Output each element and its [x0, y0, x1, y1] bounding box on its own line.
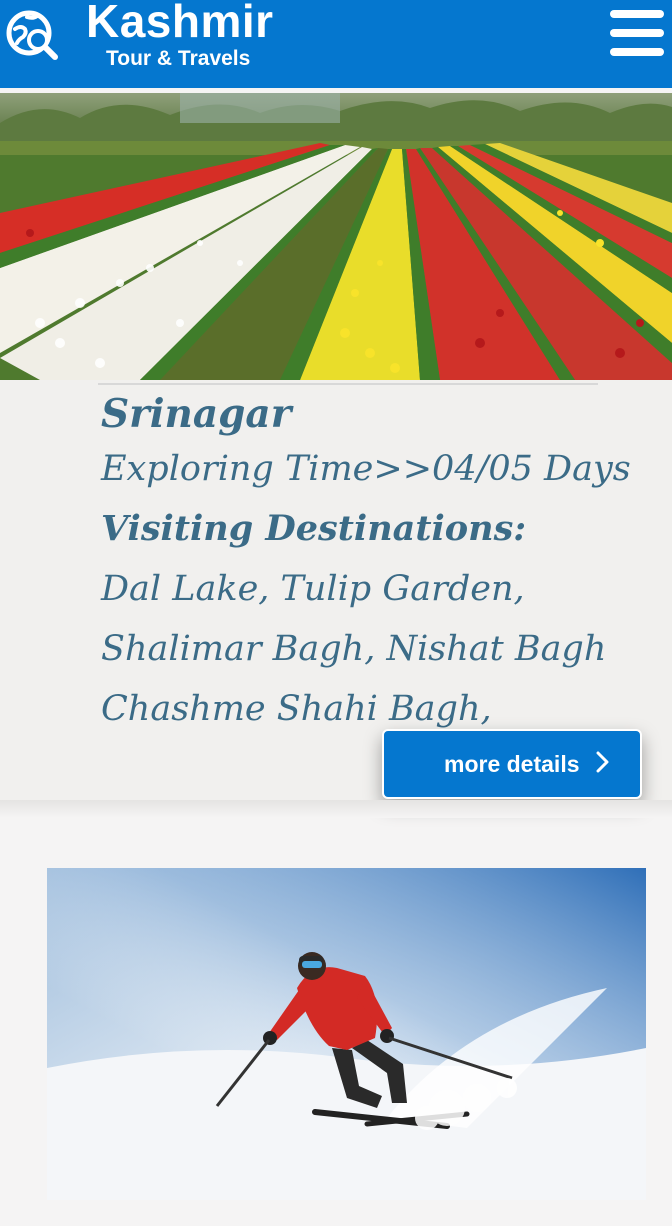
- more-details-button[interactable]: more details: [382, 729, 642, 799]
- more-details-label: more details: [444, 751, 580, 777]
- site-header: Kashmir Tour & Travels: [0, 0, 672, 88]
- visiting-destinations-heading: Visiting Destinations:: [101, 508, 527, 549]
- exploring-time: Exploring Time>>04/05 Days: [101, 449, 631, 489]
- destination-line: Dal Lake, Tulip Garden,: [101, 569, 525, 609]
- destination-line: Shalimar Bagh, Nishat Bagh: [101, 629, 607, 669]
- brand-title[interactable]: Kashmir: [86, 0, 274, 48]
- card-divider: [98, 383, 598, 385]
- card-shadow: [0, 800, 672, 818]
- tour-city-title: Srinagar: [101, 391, 292, 437]
- tulip-garden-image: [0, 93, 672, 380]
- chevron-right-icon: [596, 751, 609, 773]
- hamburger-menu-icon[interactable]: [610, 8, 664, 58]
- brand-subtitle: Tour & Travels: [106, 47, 251, 70]
- globe-search-icon[interactable]: [5, 7, 59, 61]
- destination-line: Chashme Shahi Bagh,: [101, 689, 492, 729]
- tour-card: Srinagar Exploring Time>>04/05 Days Visi…: [0, 380, 672, 816]
- skier-image: [47, 868, 646, 1200]
